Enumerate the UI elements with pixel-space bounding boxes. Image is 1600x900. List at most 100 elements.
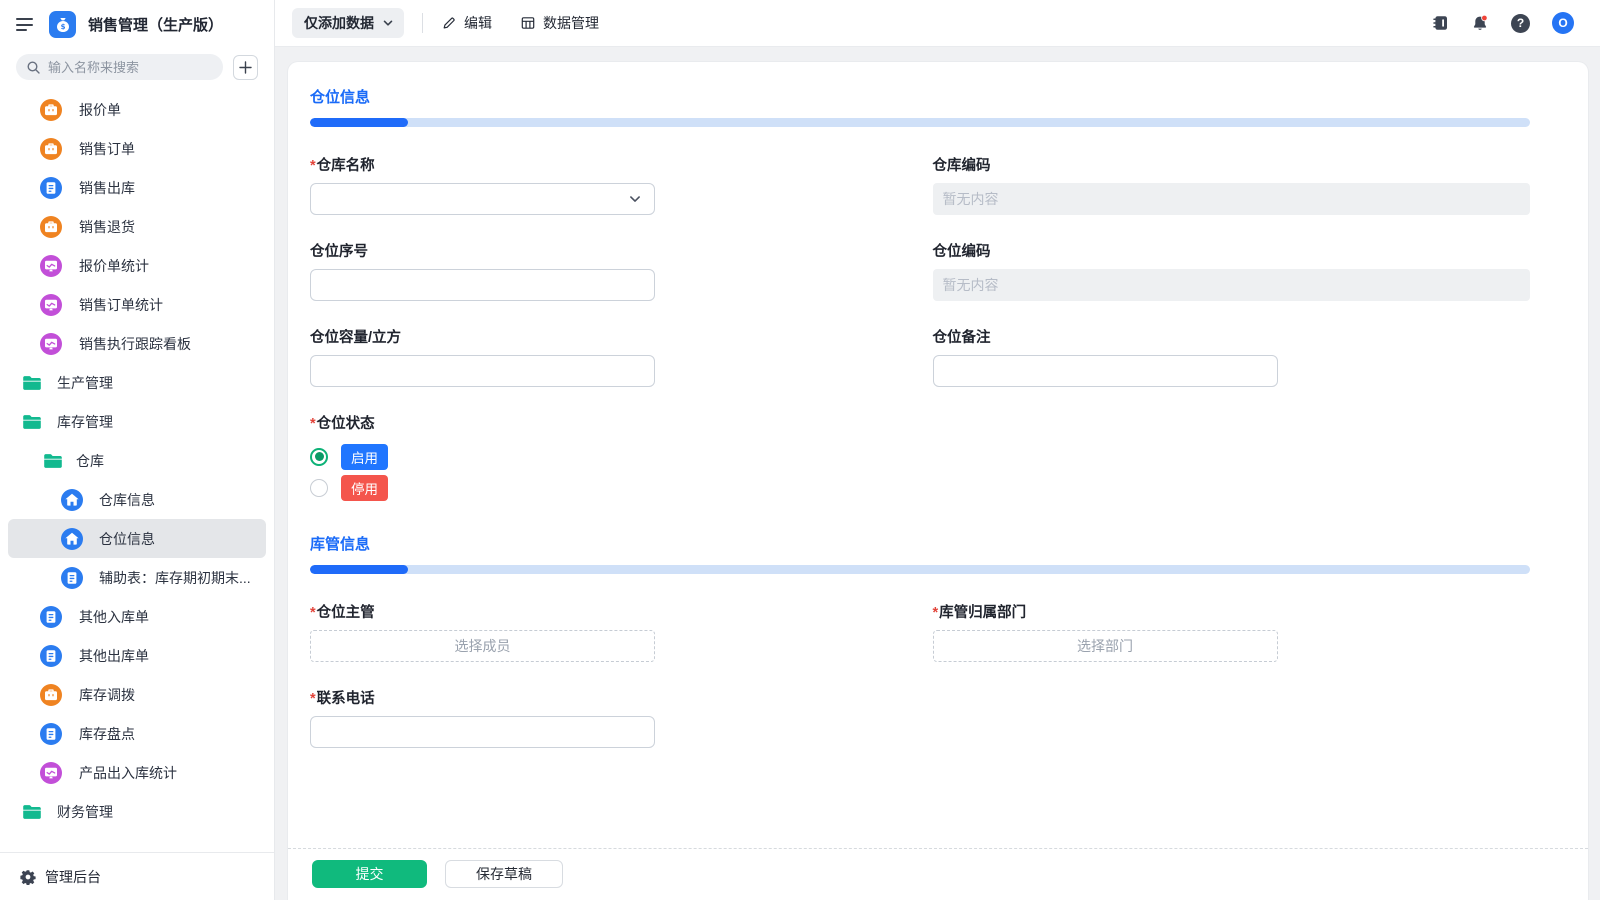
sidebar-item-other-outbound[interactable]: 其他出库单 <box>0 636 274 675</box>
sidebar-item-warehouse[interactable]: 仓库 <box>0 441 274 480</box>
clipboard-icon <box>40 216 62 238</box>
field-bin-status: 仓位状态 启用 停用 <box>310 412 908 503</box>
document-icon <box>40 606 62 628</box>
sidebar-item-product-io-stats[interactable]: 产品出入库统计 <box>0 753 274 792</box>
form-footer: 提交 保存草稿 <box>288 848 1588 900</box>
sidebar-item-warehouse-info[interactable]: 仓库信息 <box>0 480 274 519</box>
status-option-enabled[interactable]: 启用 <box>310 441 908 472</box>
bin-remark-input[interactable] <box>933 355 1278 387</box>
sidebar-item-production-mgmt[interactable]: 生产管理 <box>0 363 274 402</box>
sidebar-search-row <box>0 47 274 88</box>
bin-manager-label: 仓位主管 <box>310 601 908 622</box>
mode-dropdown[interactable]: 仅添加数据 <box>292 8 404 38</box>
radio-unchecked-icon[interactable] <box>310 479 328 497</box>
chart-monitor-icon <box>40 762 62 784</box>
sidebar-item-bin-info[interactable]: 仓位信息 <box>8 519 266 558</box>
section-title-manager-info: 库管信息 <box>310 533 1530 554</box>
dept-picker[interactable]: 选择部门 <box>933 630 1278 662</box>
search-input[interactable] <box>48 60 213 75</box>
field-manager-dept: 库管归属部门 选择部门 <box>933 601 1531 662</box>
field-contact-phone: 联系电话 <box>310 687 908 748</box>
sidebar-item-inventory-mgmt[interactable]: 库存管理 <box>0 402 274 441</box>
sidebar-item-sales-return[interactable]: 销售退货 <box>0 207 274 246</box>
top-toolbar: 仅添加数据 编辑 数据管理 O <box>275 0 1600 47</box>
warehouse-name-label: 仓库名称 <box>310 154 908 175</box>
home-icon <box>61 489 83 511</box>
radio-checked-icon[interactable] <box>310 448 328 466</box>
document-icon <box>40 645 62 667</box>
contact-phone-input[interactable] <box>310 716 655 748</box>
toolbar-divider <box>422 13 423 33</box>
field-warehouse-code: 仓库编码 <box>933 154 1531 215</box>
contact-phone-label: 联系电话 <box>310 687 908 708</box>
svg-text:$: $ <box>60 22 65 30</box>
sidebar-item-finance-mgmt[interactable]: 财务管理 <box>0 792 274 831</box>
sidebar-item-sales-order-stats[interactable]: 销售订单统计 <box>0 285 274 324</box>
bin-remark-label: 仓位备注 <box>933 326 1531 347</box>
notebook-icon[interactable] <box>1432 14 1449 32</box>
field-bin-code: 仓位编码 <box>933 240 1531 301</box>
bell-icon[interactable] <box>1471 14 1489 33</box>
field-warehouse-name: 仓库名称 <box>310 154 908 215</box>
sidebar-item-aux-table[interactable]: 辅助表：库存期初期末... <box>0 558 274 597</box>
bin-capacity-input[interactable] <box>310 355 655 387</box>
menu-toggle-icon[interactable] <box>16 18 34 31</box>
section-progress-bar <box>310 118 1530 127</box>
save-draft-button[interactable]: 保存草稿 <box>445 860 563 888</box>
chart-monitor-icon <box>40 333 62 355</box>
section-progress-bar <box>310 565 1530 574</box>
manager-dept-label: 库管归属部门 <box>933 601 1531 622</box>
folder-icon <box>22 804 42 820</box>
status-option-disabled[interactable]: 停用 <box>310 472 908 503</box>
field-bin-capacity: 仓位容量/立方 <box>310 326 908 387</box>
bin-code-label: 仓位编码 <box>933 240 1531 261</box>
warehouse-name-select[interactable] <box>310 183 655 215</box>
chart-monitor-icon <box>40 294 62 316</box>
sidebar-header: $ 销售管理（生产版） <box>0 0 274 47</box>
sidebar-item-sales-tracking-board[interactable]: 销售执行跟踪看板 <box>0 324 274 363</box>
sidebar-item-other-inbound[interactable]: 其他入库单 <box>0 597 274 636</box>
folder-icon <box>22 375 42 391</box>
clipboard-icon <box>40 99 62 121</box>
document-icon <box>40 723 62 745</box>
progress-fill <box>310 565 408 574</box>
sidebar-item-sales-outbound[interactable]: 销售出库 <box>0 168 274 207</box>
member-picker[interactable]: 选择成员 <box>310 630 655 662</box>
app-logo-icon: $ <box>49 11 76 38</box>
section-title-bin-info: 仓位信息 <box>310 86 1530 107</box>
field-bin-remark: 仓位备注 <box>933 326 1531 387</box>
warehouse-code-label: 仓库编码 <box>933 154 1531 175</box>
form-grid-2: 仓位主管 选择成员 库管归属部门 选择部门 联系电话 <box>310 601 1530 748</box>
admin-backend-link[interactable]: 管理后台 <box>0 852 274 900</box>
bin-seq-input[interactable] <box>310 269 655 301</box>
bin-seq-label: 仓位序号 <box>310 240 908 261</box>
clipboard-icon <box>40 684 62 706</box>
chevron-down-icon <box>628 192 642 206</box>
app-title: 销售管理（生产版） <box>88 14 223 35</box>
user-avatar[interactable]: O <box>1552 12 1574 34</box>
toolbar-right: O <box>1432 12 1574 34</box>
bin-code-input <box>933 269 1531 301</box>
field-bin-seq: 仓位序号 <box>310 240 908 301</box>
gear-icon <box>20 869 36 885</box>
status-badge-enabled: 启用 <box>341 444 388 470</box>
sidebar-item-stocktaking[interactable]: 库存盘点 <box>0 714 274 753</box>
data-manage-button[interactable]: 数据管理 <box>520 13 599 33</box>
document-icon <box>61 567 83 589</box>
bin-capacity-label: 仓位容量/立方 <box>310 326 908 347</box>
help-icon[interactable] <box>1511 14 1530 33</box>
sidebar-item-sales-order[interactable]: 销售订单 <box>0 129 274 168</box>
status-badge-disabled: 停用 <box>341 475 388 501</box>
form-card: 仓位信息 仓库名称 仓库编码 仓位序号 仓位编码 <box>288 62 1588 900</box>
sidebar-item-inventory-transfer[interactable]: 库存调拨 <box>0 675 274 714</box>
edit-button[interactable]: 编辑 <box>441 13 492 33</box>
table-icon <box>520 15 536 31</box>
sidebar-item-quotation-stats[interactable]: 报价单统计 <box>0 246 274 285</box>
admin-backend-label: 管理后台 <box>45 867 101 887</box>
add-button[interactable] <box>233 55 258 80</box>
folder-icon <box>22 414 42 430</box>
sidebar-item-quotation[interactable]: 报价单 <box>0 90 274 129</box>
plus-icon <box>239 61 252 74</box>
sidebar-search[interactable] <box>16 54 223 80</box>
submit-button[interactable]: 提交 <box>312 860 427 888</box>
